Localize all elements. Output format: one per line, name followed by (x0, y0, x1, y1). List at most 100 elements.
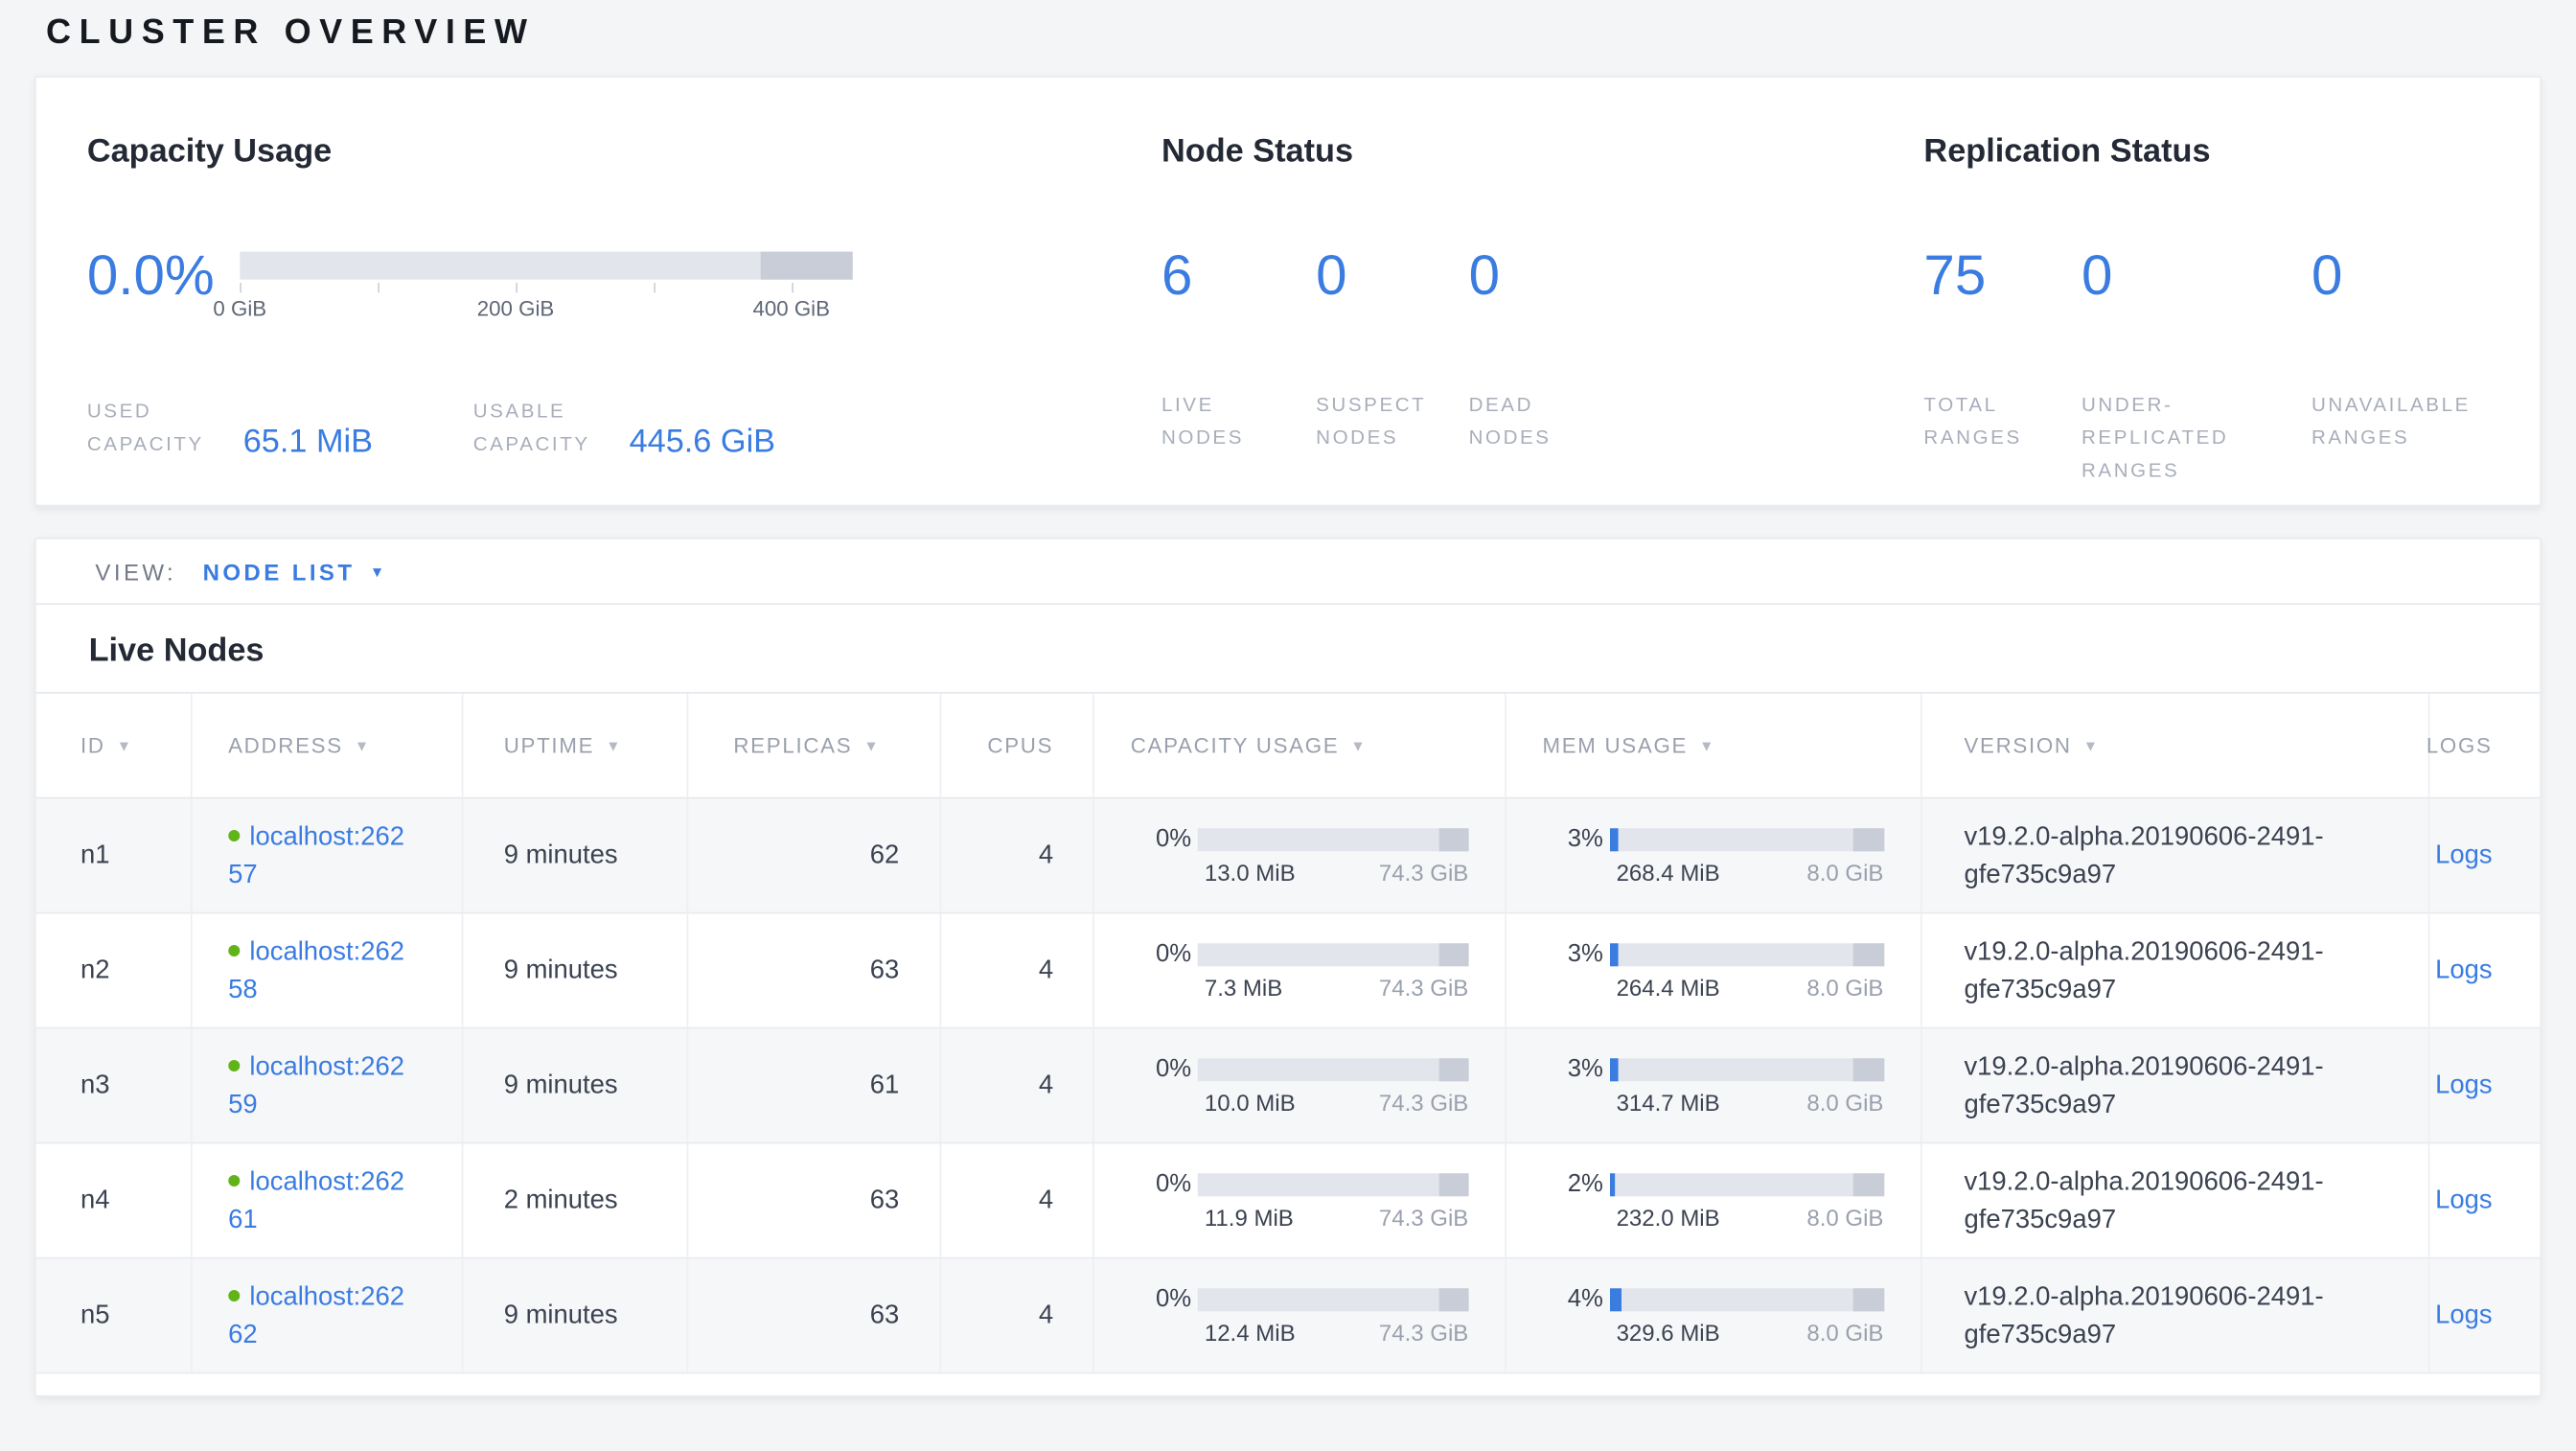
node-replicas-cell: 61 (689, 1028, 942, 1141)
under-replicated-ranges-stat: 0 UNDER-REPLICATED RANGES (2082, 243, 2312, 487)
logs-link[interactable]: Logs (2435, 1071, 2492, 1100)
sort-caret-icon: ▼ (355, 737, 371, 753)
logs-link[interactable]: Logs (2435, 956, 2492, 985)
mem-bar-fill (1610, 827, 1619, 850)
unavailable-ranges-label: UNAVAILABLE RANGES (2312, 388, 2496, 454)
mem-bar (1610, 942, 1884, 965)
column-header-label: REPLICAS (733, 733, 852, 758)
column-header-label: ID (80, 733, 105, 758)
usable-capacity-label: USABLE CAPACITY (473, 395, 613, 461)
table-header-row: ID ▼ ADDRESS ▼ UPTIME ▼ REPLICAS ▼ CPUS (36, 692, 2541, 798)
node-id-cell: n4 (36, 1143, 193, 1256)
usable-capacity-value: 445.6 GiB (630, 426, 775, 460)
capacity-usage-bar-chart: 0 GiB 200 GiB 400 GiB (240, 243, 852, 329)
column-header-label: UPTIME (504, 733, 595, 758)
node-cpus-cell: 4 (942, 1143, 1094, 1256)
logs-link[interactable]: Logs (2435, 1301, 2492, 1330)
node-cpus-cell: 4 (942, 1028, 1094, 1141)
live-nodes-stat: 6 LIVE NODES (1162, 243, 1316, 453)
node-address-cell: localhost:26257 (192, 798, 462, 911)
mem-bar (1610, 1057, 1884, 1080)
capacity-bar-reserved-segment (761, 252, 853, 280)
node-uptime-cell: 9 minutes (463, 1028, 689, 1141)
mem-used-value: 314.7 MiB (1617, 1090, 1720, 1116)
node-live-dot-icon (228, 944, 240, 956)
node-mem-usage-cell: 3% 268.4 MiB 8.0 GiB (1506, 798, 1921, 911)
column-header-capacity-usage[interactable]: CAPACITY USAGE ▼ (1094, 694, 1506, 797)
total-ranges-stat: 75 TOTAL RANGES (1923, 243, 2082, 487)
mem-bar (1610, 1172, 1884, 1195)
version-text: v19.2.0-alpha.20190606-2491-gfe735c9a97 (1964, 1048, 2398, 1123)
node-version-cell: v19.2.0-alpha.20190606-2491-gfe735c9a97 (1921, 1258, 2430, 1371)
column-header-mem-usage[interactable]: MEM USAGE ▼ (1506, 694, 1921, 797)
node-mem-usage-cell: 3% 314.7 MiB 8.0 GiB (1506, 1028, 1921, 1141)
capacity-total-value: 74.3 GiB (1379, 1320, 1468, 1346)
node-version-cell: v19.2.0-alpha.20190606-2491-gfe735c9a97 (1921, 798, 2430, 911)
node-address-link[interactable]: localhost:26259 (228, 1052, 404, 1118)
capacity-bar (1198, 1287, 1468, 1310)
total-ranges-label: TOTAL RANGES (1923, 388, 2063, 454)
node-cpus-cell: 4 (942, 913, 1094, 1026)
column-header-cpus[interactable]: CPUS (942, 694, 1094, 797)
logs-link[interactable]: Logs (2435, 1186, 2492, 1215)
node-address-cell: localhost:26262 (192, 1258, 462, 1371)
mem-bar-fill (1610, 942, 1619, 965)
node-replicas-cell: 63 (689, 1143, 942, 1256)
node-address-link[interactable]: localhost:26257 (228, 822, 404, 888)
mem-bar-reserved-segment (1853, 1287, 1883, 1310)
chevron-down-icon: ▼ (370, 563, 388, 579)
node-address-link[interactable]: localhost:26261 (228, 1167, 404, 1233)
capacity-used-value: 11.9 MiB (1205, 1205, 1294, 1231)
capacity-bar-track (240, 252, 852, 280)
under-replicated-ranges-count: 0 (2082, 243, 2312, 310)
table-row: n2 localhost:26258 9 minutes 63 4 0% (36, 913, 2541, 1028)
mem-bar-reserved-segment (1853, 942, 1883, 965)
capacity-bar-reserved-segment (1438, 1057, 1468, 1080)
view-bar: VIEW: NODE LIST ▼ (36, 540, 2541, 606)
capacity-bar (1198, 942, 1468, 965)
column-header-uptime[interactable]: UPTIME ▼ (463, 694, 689, 797)
used-capacity-label: USED CAPACITY (87, 395, 227, 461)
capacity-used-value: 7.3 MiB (1205, 975, 1282, 1001)
logs-link[interactable]: Logs (2435, 841, 2492, 870)
capacity-percent: 0% (1131, 1055, 1198, 1083)
capacity-stats-row: USED CAPACITY 65.1 MiB USABLE CAPACITY 4… (87, 395, 1162, 461)
column-header-replicas[interactable]: REPLICAS ▼ (689, 694, 942, 797)
capacity-bar (1198, 1172, 1468, 1195)
mem-percent: 3% (1542, 825, 1609, 853)
node-address-link[interactable]: localhost:26258 (228, 937, 404, 1003)
table-row: n3 localhost:26259 9 minutes 61 4 0% (36, 1028, 2541, 1143)
column-header-label: VERSION (1964, 733, 2071, 758)
axis-tick (792, 283, 794, 292)
node-live-dot-icon (228, 1059, 240, 1071)
capacity-percent: 0% (1131, 825, 1198, 853)
dead-nodes-count: 0 (1469, 243, 1683, 310)
column-header-version[interactable]: VERSION ▼ (1921, 694, 2430, 797)
node-address-link[interactable]: localhost:26262 (228, 1282, 404, 1348)
mem-percent: 4% (1542, 1285, 1609, 1313)
node-capacity-usage-cell: 0% 11.9 MiB 74.3 GiB (1094, 1143, 1506, 1256)
version-text: v19.2.0-alpha.20190606-2491-gfe735c9a97 (1964, 1278, 2398, 1353)
capacity-total-value: 74.3 GiB (1379, 975, 1468, 1001)
node-logs-cell: Logs (2430, 1143, 2541, 1256)
suspect-nodes-stat: 0 SUSPECT NODES (1316, 243, 1468, 453)
column-header-label: ADDRESS (228, 733, 343, 758)
replication-status-heading: Replication Status (1923, 131, 2540, 171)
node-status-heading: Node Status (1162, 131, 1923, 171)
mem-bar-reserved-segment (1853, 1172, 1883, 1195)
node-capacity-usage-cell: 0% 7.3 MiB 74.3 GiB (1094, 913, 1506, 1026)
axis-tick (654, 283, 656, 292)
replication-status-section: Replication Status 75 TOTAL RANGES 0 UND… (1923, 78, 2540, 505)
node-cpus-cell: 4 (942, 1258, 1094, 1371)
column-header-id[interactable]: ID ▼ (36, 694, 193, 797)
version-text: v19.2.0-alpha.20190606-2491-gfe735c9a97 (1964, 1163, 2398, 1238)
summary-panel: Capacity Usage 0.0% 0 GiB 20 (34, 76, 2542, 506)
node-uptime-cell: 9 minutes (463, 1258, 689, 1371)
column-header-address[interactable]: ADDRESS ▼ (192, 694, 462, 797)
capacity-total-value: 74.3 GiB (1379, 860, 1468, 886)
dead-nodes-label: DEAD NODES (1469, 388, 1609, 454)
node-capacity-usage-cell: 0% 10.0 MiB 74.3 GiB (1094, 1028, 1506, 1141)
axis-tick (378, 283, 380, 292)
axis-tick-label: 200 GiB (477, 296, 555, 321)
view-selector-dropdown[interactable]: NODE LIST ▼ (203, 558, 388, 584)
